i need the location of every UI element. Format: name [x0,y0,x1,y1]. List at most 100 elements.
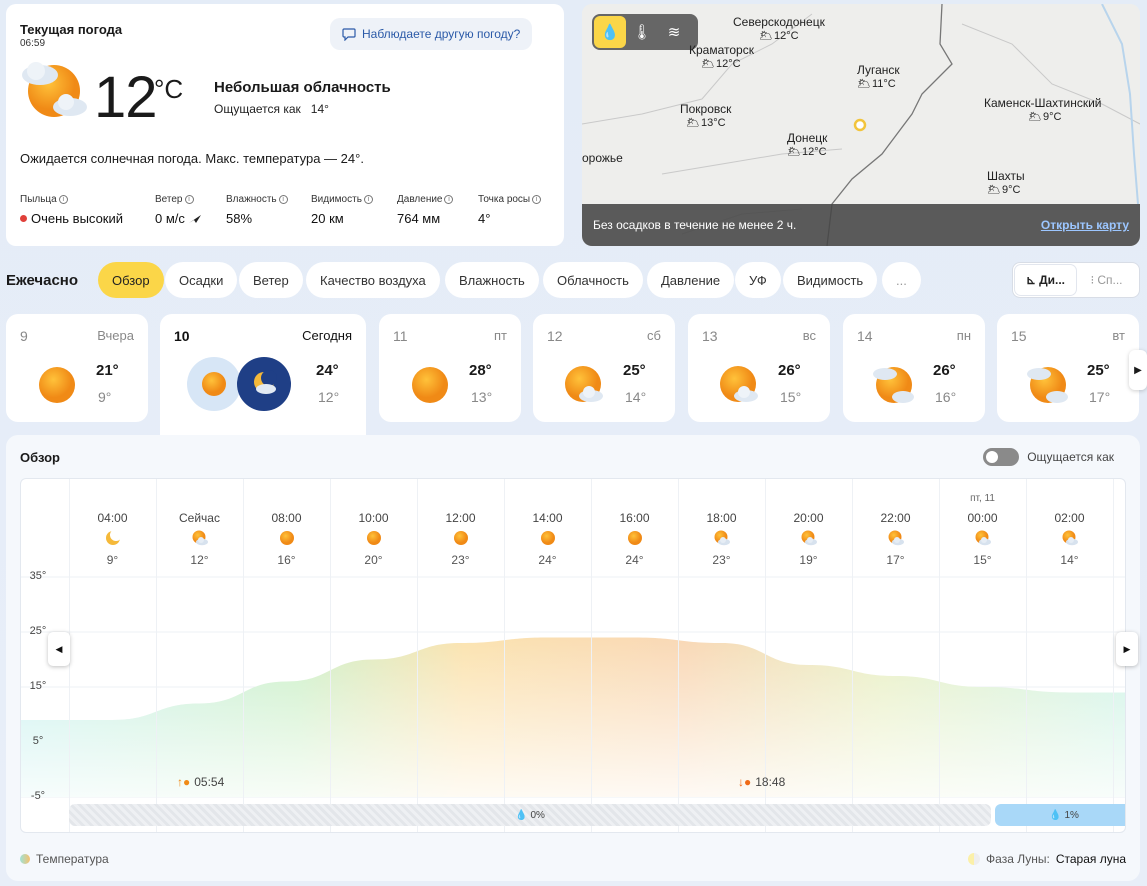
chevron-right-icon: ▶ [1134,364,1142,376]
sun-cloud-icon [1062,530,1078,546]
grid-line [678,479,679,832]
stat-label: Пыльца [20,194,57,205]
feels-like-toggle[interactable]: Ощущается как [983,448,1114,466]
stat-value: 58% [226,211,253,226]
day-low: 14° [625,389,647,405]
map-city[interactable]: Покровск 🌥 13°C [680,102,731,129]
info-icon[interactable]: i [363,195,373,204]
wind-layer-button[interactable]: ≋ [658,16,690,48]
day-card[interactable]: 9 Вчера 21° 9° [6,314,148,422]
day-high: 21° [96,362,119,379]
hourly-chart: 04:00 9° Сейчас 12° 08:00 16° 10:00 20° 12:00 23°… [20,478,1126,833]
tab-more[interactable]: ... [882,262,921,298]
day-number: 12 [547,328,563,344]
map-city[interactable]: Северскодонецк 🌥 12°C [733,15,825,42]
tab-overview[interactable]: Обзор [98,262,164,298]
sun-cloud-icon: 🌥 [759,30,773,42]
precipitation-layer-button[interactable]: 💧 [594,16,626,48]
sun-icon [279,531,294,545]
info-icon[interactable]: i [532,195,542,204]
tab-visibility[interactable]: Видимость [783,262,878,298]
sun-cloud-icon [192,530,208,546]
temperature-layer-button[interactable]: 🌡 [626,16,658,48]
map-city[interactable]: Шахты 🌥 9°C [987,169,1025,196]
day-number: 15 [1011,328,1027,344]
sun-icon [187,357,241,411]
map-layer-switcher: 💧 🌡 ≋ [592,14,698,50]
scroll-left-button[interactable]: ◀ [48,632,70,666]
grid-line [417,479,418,832]
stat-wind[interactable]: Ветер i 0 м/с [155,194,201,226]
tab-humidity[interactable]: Влажность [445,262,539,298]
sun-icon [366,531,381,545]
temperature-unit: °C [154,74,184,104]
precipitation-value: 1% [1064,809,1079,821]
current-time: 06:59 [20,38,46,49]
diagram-view-button[interactable]: ⊾ Ди... [1015,265,1076,295]
tab-air-quality[interactable]: Качество воздуха [306,262,440,298]
day-card[interactable]: 13 вс 26° 15° [688,314,830,422]
report-weather-button[interactable]: Наблюдаете другую погоду? [330,18,533,50]
scroll-right-button[interactable]: ▶ [1116,632,1138,666]
moon-icon [968,853,981,865]
day-name: пт [494,328,507,343]
current-title: Текущая погода [20,22,123,37]
sun-cloud-icon [22,62,87,117]
day-card[interactable]: 14 пн 26° 16° [843,314,985,422]
stat-visibility[interactable]: Видимость i 20 км [311,194,373,226]
sun-clouds-icon [1027,367,1068,403]
tab-pressure[interactable]: Давление [647,262,735,298]
hour-label: 16:00 [619,511,650,525]
tab-cloudiness[interactable]: Облачность [543,262,643,298]
y-tick-label: 15° [29,680,47,692]
open-map-link[interactable]: Открыть карту [1041,218,1129,232]
hour-temperature: 14° [1060,553,1079,567]
map-city[interactable]: Каменск-Шахтинский 🌥 9°C [984,96,1101,123]
hour-label: 02:00 [1054,511,1085,525]
sunrise: ↑● 05:54 [177,775,224,789]
sunset: ↓● 18:48 [738,775,785,789]
sun-cloud-icon [565,366,603,402]
sunset-icon: ↓● [738,775,752,789]
list-view-button[interactable]: ⁝ Сп... [1076,265,1137,295]
info-icon[interactable]: i [58,195,68,204]
day-card[interactable]: 11 пт 28° 13° [379,314,521,422]
hour-temperature: 23° [451,553,470,567]
pollen-level-dot [20,215,27,222]
grid-line [939,479,940,832]
map-city[interactable]: Луганск 🌥 11°C [857,63,900,90]
moon-label: Фаза Луны: [986,852,1050,866]
map-city[interactable]: Краматорск 🌥 12°C [689,43,754,70]
day-high: 24° [316,362,339,379]
info-icon[interactable]: i [184,195,194,204]
map-city-label: орожье [582,151,623,165]
day-number: 13 [702,328,718,344]
day-name: вс [802,328,816,343]
sunset-time: 18:48 [755,775,786,789]
tab-wind[interactable]: Ветер [239,262,303,298]
day-card[interactable]: 12 сб 25° 14° [533,314,675,422]
stat-pressure[interactable]: Давление i 764 мм [397,194,454,226]
tab-precipitation[interactable]: Осадки [165,262,238,298]
stat-dew-point[interactable]: Точка росы i 4° [478,194,542,226]
info-icon[interactable]: i [278,195,288,204]
day-high: 28° [469,362,492,379]
stat-pollen[interactable]: Пыльца i Очень высокий [20,194,123,226]
toggle-switch[interactable] [983,448,1020,466]
tab-uv[interactable]: УФ [735,262,781,298]
day-card-today[interactable]: 10 Сегодня 24° 12° [160,314,366,436]
city-temp: 12°C [715,57,741,70]
day-low: 16° [935,389,957,405]
weather-map[interactable]: 💧 🌡 ≋ Северскодонецк 🌥 12°C Краматорск 🌥 12°… [582,4,1140,246]
day-high: 26° [778,362,801,379]
grid-line [330,479,331,832]
info-icon[interactable]: i [444,195,454,204]
day-card[interactable]: 15 вт 25° 17° [997,314,1139,422]
next-days-button[interactable]: ▶ [1129,350,1147,390]
stat-humidity[interactable]: Влажность i 58% [226,194,288,226]
y-tick-label: 5° [32,735,44,747]
day-number: 9 [20,328,28,344]
hour-label: 12:00 [445,511,476,525]
map-city[interactable]: Донецк 🌥 12°C [787,131,827,158]
city-name: Шахты [987,169,1025,183]
